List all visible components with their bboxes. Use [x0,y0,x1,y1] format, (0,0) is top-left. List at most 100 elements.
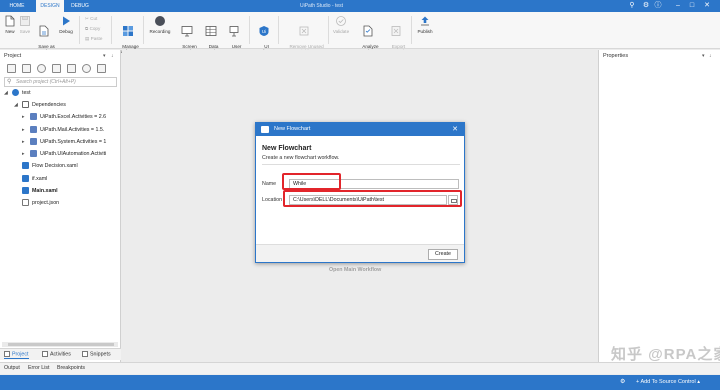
svg-text:Ui: Ui [262,29,266,34]
tab-snippets[interactable]: Snippets [82,351,111,358]
play-icon [63,16,70,26]
add-folder-icon[interactable] [7,64,16,73]
cut-button[interactable]: ✂ Cut [85,16,97,22]
table-icon [205,26,217,36]
paste-button[interactable]: ▤ Paste [85,36,102,42]
json-file-icon [22,199,29,207]
ribbon-divider [328,16,329,44]
package-label: UiPath.Excel.Activities = 2.6 [40,114,107,120]
open-main-workflow-link[interactable]: Open Main Workflow [329,267,381,273]
close-icon[interactable]: ✕ [703,2,711,10]
tab-debug[interactable]: DEBUG [67,0,93,12]
minimize-icon[interactable]: – [674,2,682,10]
show-all-files-icon[interactable] [52,64,61,73]
collapse-caret-icon[interactable]: ▸ [22,124,30,136]
tab-error-list[interactable]: Error List [28,365,50,372]
cut-label: Cut [90,16,98,21]
pin-icon[interactable]: ↓ [111,53,114,59]
package-label: UiPath.System.Activities = 1 [40,139,107,145]
ribbon-divider [278,16,279,44]
save-button[interactable]: Save [18,15,32,34]
refresh-icon[interactable] [37,64,46,73]
expand-icon[interactable] [67,64,76,73]
tree-dependencies-label: Dependencies [32,102,66,108]
properties-panel-title: Properties [603,53,629,59]
scrollbar-thumb[interactable] [8,343,114,346]
excel-icon [391,26,401,36]
tree-dependencies[interactable]: ◢ Dependencies [14,99,66,111]
tab-output[interactable]: Output [4,365,20,372]
tab-breakpoints[interactable]: Breakpoints [57,365,85,372]
tree-package[interactable]: ▸ UiPath.Mail.Activities = 1.5. [22,124,104,136]
file-label: project.json [32,200,60,206]
new-file-icon [5,15,15,27]
validate-button[interactable]: Validate [330,15,352,34]
help-icon[interactable]: ⓘ [654,2,662,10]
dependencies-icon [22,101,29,109]
ribbon-divider [249,16,250,44]
project-panel-title: Project [4,53,22,59]
collapse-icon[interactable] [22,64,31,73]
settings-icon[interactable]: ⚙ [620,375,625,390]
horizontal-scrollbar[interactable] [2,342,118,347]
package-icon [30,150,37,158]
ribbon-divider [79,16,80,44]
tree-file[interactable]: Main.xaml [22,185,58,197]
maximize-icon[interactable]: □ [688,2,696,10]
settings-icon[interactable] [82,64,91,73]
panel-menu-icon[interactable]: ▾ [702,53,705,59]
tree-package[interactable]: ▸ UiPath.UIAutomation.Activiti [22,148,106,160]
watermark: 知乎 @RPA之家 [611,346,720,363]
package-icon [30,113,37,121]
validate-icon [336,16,346,26]
tree-file[interactable]: if.xaml [22,173,47,185]
dialog-footer: Create [256,244,464,262]
collapse-caret-icon[interactable]: ▸ [22,148,30,160]
settings-icon[interactable]: ⚙ [642,2,650,10]
location-label: Location [262,197,283,203]
tree-file[interactable]: project.json [22,197,59,209]
close-icon[interactable]: ✕ [452,123,458,136]
tree-package[interactable]: ▸ UiPath.System.Activities = 1 [22,136,106,148]
name-label: Name [262,181,277,187]
pin-icon[interactable]: ↓ [709,53,712,59]
expand-caret-icon[interactable]: ◢ [4,87,12,99]
debug-label: Debug [59,29,73,34]
copy-button[interactable]: ⧉ Copy [85,26,100,32]
new-button[interactable]: New [3,15,17,34]
tree-root[interactable]: ◢ test [4,87,31,99]
add-to-source-control-button[interactable]: + Add To Source Control ▴ [636,375,700,390]
dialog-heading: New Flowchart [262,145,312,152]
publish-label: Publish [417,29,433,34]
copy-label: Copy [89,26,101,31]
ribbon: New Save Save as Template Debug ✂ Cut ⧉ … [0,12,720,54]
panel-menu-icon[interactable]: ▾ [103,53,106,59]
tab-snippets-label: Snippets [90,351,111,358]
save-icon [20,16,30,26]
project-search-placeholder: Search project (Ctrl+Alt+P) [16,79,76,85]
recording-button[interactable]: Recording [147,15,173,34]
package-label: UiPath.Mail.Activities = 1.5. [40,127,105,133]
debug-button[interactable]: Debug [57,15,75,34]
package-label: UiPath.UIAutomation.Activiti [40,151,107,157]
collapse-caret-icon[interactable]: ▸ [22,136,30,148]
tab-project[interactable]: Project [4,351,29,360]
file-label: Flow Decision.xaml [32,163,78,169]
title-bar: HOME DESIGN DEBUG UiPath Studio - test ⚲… [0,0,720,12]
folder-icon[interactable] [97,64,106,73]
project-search-input[interactable]: ⚲ Search project (Ctrl+Alt+P) [4,77,117,87]
tab-home[interactable]: HOME [4,0,30,12]
tab-activities[interactable]: Activities [42,351,71,358]
collapse-caret-icon[interactable]: ▸ [22,111,30,123]
properties-panel: Properties ▾ ↓ [598,50,720,362]
xaml-file-icon [22,187,29,195]
publish-button[interactable]: Publish [414,15,436,34]
publish-icon [421,16,429,26]
search-icon[interactable]: ⚲ [628,2,636,10]
expand-caret-icon[interactable]: ◢ [14,99,22,111]
source-control-label: Add To Source Control [640,379,696,385]
create-button[interactable]: Create [428,249,458,260]
tree-file[interactable]: Flow Decision.xaml [22,160,78,172]
tree-package[interactable]: ▸ UiPath.Excel.Activities = 2.6 [22,111,106,123]
tab-design[interactable]: DESIGN [36,0,64,12]
